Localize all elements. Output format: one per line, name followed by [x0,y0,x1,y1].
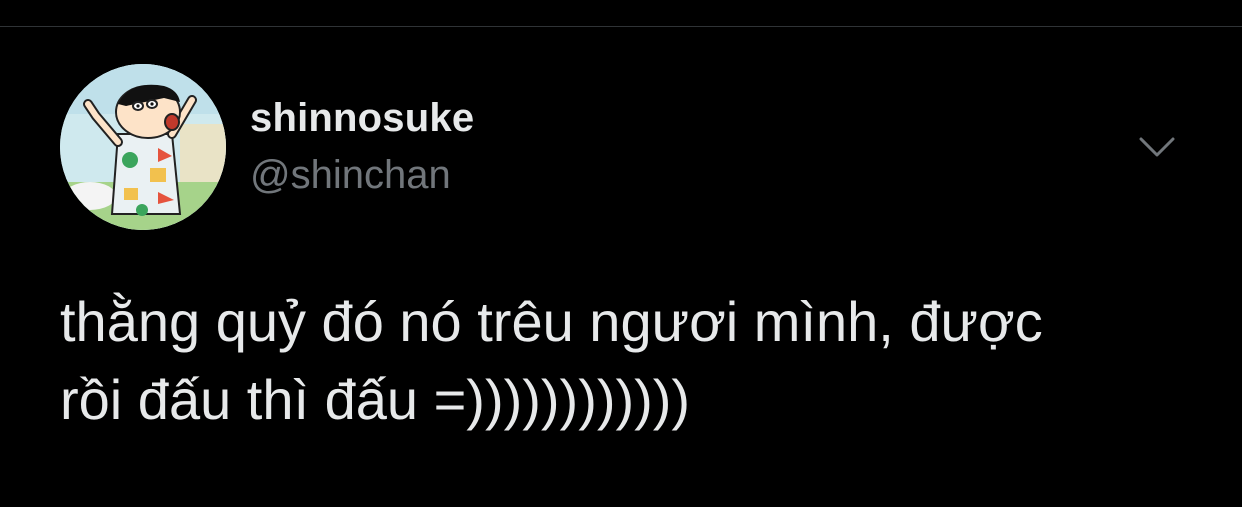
more-options-button[interactable] [1134,124,1180,170]
tweet-text: thằng quỷ đó nó trêu ngươi mình, được rồ… [60,290,1043,431]
shinchan-avatar-icon [60,64,226,230]
avatar[interactable] [60,64,226,230]
chevron-down-icon [1139,137,1175,157]
tweet-card: shinnosuke @shinchan thằng quỷ đó nó trê… [0,0,1242,507]
author-display-name[interactable]: shinnosuke [250,96,474,141]
author-handle[interactable]: @shinchan [250,153,451,198]
